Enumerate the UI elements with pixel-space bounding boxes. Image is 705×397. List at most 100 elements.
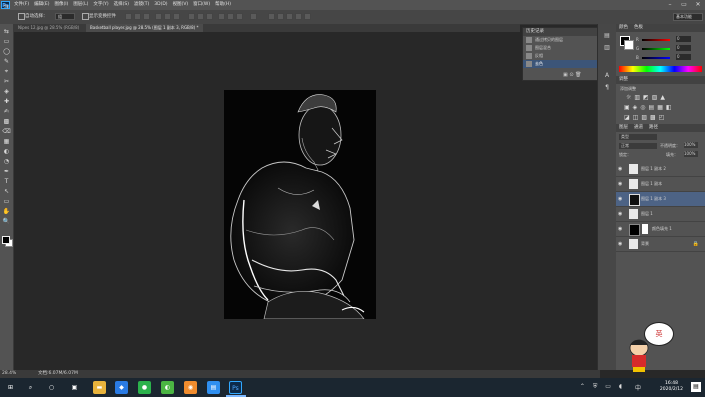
blend-mode-dropdown[interactable]: 正常 [619, 143, 657, 149]
3d-mode-scale-button[interactable] [304, 13, 311, 20]
move-tool-icon[interactable]: ⇆ [4, 3, 9, 10]
layer-kind-filter[interactable]: 类型 [619, 134, 657, 140]
g-slider[interactable] [642, 48, 670, 50]
distribute-vcenter-button[interactable] [197, 13, 204, 20]
layer-row[interactable]: ◉ 背景 🔒 [616, 237, 705, 252]
menu-help[interactable]: 帮助(H) [215, 1, 231, 9]
menu-image[interactable]: 图像(I) [54, 1, 68, 9]
menu-type[interactable]: 文字(Y) [93, 1, 108, 9]
restore-button[interactable]: ▭ [679, 1, 689, 9]
history-item[interactable]: 图层混合 [523, 44, 598, 52]
wechat-icon[interactable]: ● [138, 381, 151, 394]
start-icon[interactable]: ⊞ [4, 381, 17, 394]
notification-icon[interactable]: ▤ [691, 382, 701, 392]
menu-edit[interactable]: 编辑(E) [34, 1, 49, 9]
lasso-tool-icon[interactable]: ◯ [2, 48, 11, 56]
layer-row[interactable]: ◉ 图层 1 副本 2 [616, 162, 705, 177]
app-orange-icon[interactable]: ◉ [184, 381, 197, 394]
r-slider[interactable] [642, 39, 670, 41]
distribute-top-button[interactable] [188, 13, 195, 20]
pen-tool-icon[interactable]: ✒ [2, 168, 11, 176]
distribute-hcenter-button[interactable] [227, 13, 234, 20]
tab-document-2[interactable]: Basketball player.jpg @ 28.5% (图层 1 副本 3… [86, 24, 203, 32]
g-input[interactable]: 0 [676, 45, 691, 51]
search-icon[interactable]: ⌕ [24, 381, 37, 394]
tab-color[interactable]: 颜色 [619, 24, 628, 32]
show-transform-checkbox[interactable] [82, 13, 89, 20]
adjustment-icons-row-3[interactable]: ◪◫▨▩◰ [624, 114, 667, 121]
photoshop-taskbar-icon[interactable]: Ps [229, 381, 242, 394]
tray-icons[interactable]: ⌃ ⛨ ▭ ◖ [580, 383, 625, 391]
document-size[interactable]: 文档:6.07M/6.07M [38, 370, 78, 378]
character-panel-icon[interactable]: A [603, 72, 611, 80]
color-bg-swatch[interactable] [624, 40, 634, 50]
adjustment-icons-row-2[interactable]: ▣◈◎▤▦◧ [624, 104, 675, 111]
layer-row[interactable]: ◉ 颜色填充 1 [616, 222, 705, 237]
zoom-tool-icon[interactable]: 🔍 [2, 218, 11, 226]
shape-tool-icon[interactable]: ▭ [2, 198, 11, 206]
3d-mode-rotate-button[interactable] [268, 13, 275, 20]
menu-file[interactable]: 文件(F) [14, 1, 29, 9]
distribute-bottom-button[interactable] [206, 13, 213, 20]
system-clock[interactable]: 16:48 2020/2/12 [660, 381, 683, 393]
layer-row[interactable]: ◉ 图层 1 副本 [616, 177, 705, 192]
move-tool-icon[interactable]: ⇆ [2, 28, 11, 36]
align-left-button[interactable] [155, 13, 162, 20]
menu-filter[interactable]: 滤镜(T) [134, 1, 149, 9]
eyedropper-tool-icon[interactable]: ✂ [2, 78, 11, 86]
fill-input[interactable]: 100% [684, 151, 698, 157]
b-slider[interactable] [642, 57, 670, 59]
foreground-color-swatch[interactable] [2, 236, 10, 244]
document-canvas[interactable] [224, 90, 376, 319]
auto-align-button[interactable] [250, 13, 257, 20]
brush-tool-icon[interactable]: ✚ [2, 98, 11, 106]
menu-select[interactable]: 选择(S) [114, 1, 129, 9]
menu-window[interactable]: 窗口(W) [193, 1, 210, 9]
auto-select-checkbox[interactable] [18, 13, 25, 20]
eye-icon[interactable]: ◉ [618, 192, 624, 206]
distribute-right-button[interactable] [236, 13, 243, 20]
align-top-button[interactable] [125, 13, 132, 20]
adjustment-icons-row-1[interactable]: ☼▥◩▧▲ [626, 94, 668, 101]
trash-icon[interactable]: 🗑 [575, 72, 581, 78]
menu-view[interactable]: 视图(V) [173, 1, 189, 9]
eye-icon[interactable]: ◉ [618, 207, 624, 221]
gradient-tool-icon[interactable]: ▦ [2, 138, 11, 146]
history-item[interactable]: 通过拷贝的图层 [523, 36, 598, 44]
cortana-icon[interactable]: ○ [45, 381, 58, 394]
eraser-tool-icon[interactable]: ⌫ [2, 128, 11, 136]
r-input[interactable]: 0 [676, 36, 691, 42]
properties-panel-icon[interactable]: ▥ [603, 44, 611, 52]
layer-row-selected[interactable]: ◉ 图层 1 副本 3 [616, 192, 705, 207]
align-right-button[interactable] [173, 13, 180, 20]
crop-tool-icon[interactable]: ⌖ [2, 68, 11, 76]
eye-icon[interactable]: ◉ [618, 237, 624, 251]
3d-mode-roll-button[interactable] [277, 13, 284, 20]
history-brush-tool-icon[interactable]: ▩ [2, 118, 11, 126]
close-button[interactable]: ✕ [693, 1, 703, 9]
zoom-level[interactable]: 28.4% [2, 370, 16, 378]
file-explorer-icon[interactable]: ▬ [93, 381, 106, 394]
tab-swatches[interactable]: 色板 [634, 24, 643, 32]
history-panel-icon[interactable]: ▤ [603, 32, 611, 40]
dodge-tool-icon[interactable]: ◔ [2, 158, 11, 166]
eye-icon[interactable]: ◉ [618, 222, 624, 236]
opacity-input[interactable]: 100% [684, 142, 698, 148]
color-spectrum[interactable] [619, 66, 702, 72]
auto-select-dropdown[interactable]: 组 [55, 13, 75, 20]
clone-stamp-tool-icon[interactable]: ✍ [2, 108, 11, 116]
tab-paths[interactable]: 路径 [649, 124, 658, 132]
layer-row[interactable]: ◉ 图层 1 [616, 207, 705, 222]
workspace-switcher[interactable]: 基本功能 [673, 13, 703, 21]
menu-layer[interactable]: 图层(L) [73, 1, 88, 9]
menu-3d[interactable]: 3D(D) [154, 1, 167, 9]
eye-icon[interactable]: ◉ [618, 162, 624, 176]
blur-tool-icon[interactable]: ◐ [2, 148, 11, 156]
history-item[interactable]: 反相 [523, 52, 598, 60]
app-green-icon[interactable]: ◐ [161, 381, 174, 394]
align-bottom-button[interactable] [143, 13, 150, 20]
app-blue2-icon[interactable]: ▤ [207, 381, 220, 394]
tab-document-1[interactable]: Nipes 12.jpg @ 28.5% (RGB/8) [14, 24, 84, 32]
3d-mode-pan-button[interactable] [286, 13, 293, 20]
new-document-icon[interactable]: ▣ [563, 72, 568, 78]
